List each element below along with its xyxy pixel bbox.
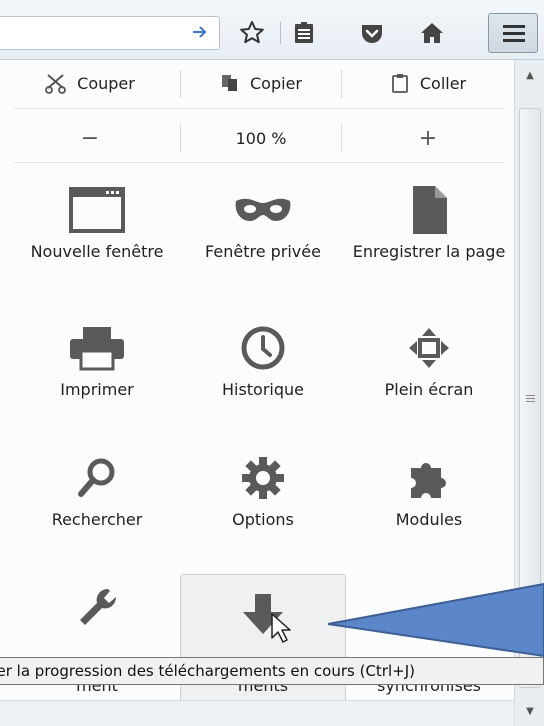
new-window-label: Nouvelle fenêtre: [30, 242, 164, 261]
print-button[interactable]: Imprimer: [14, 316, 180, 444]
cut-label: Couper: [77, 73, 135, 93]
private-window-button[interactable]: Fenêtre privée: [180, 178, 346, 306]
find-label: Rechercher: [51, 510, 143, 529]
gear-icon: [231, 450, 295, 506]
scroll-down-icon[interactable]: ▼: [519, 700, 541, 722]
zoom-level: 100 %: [235, 128, 287, 148]
scrollbar-thumb[interactable]: [519, 108, 541, 688]
save-page-button[interactable]: Enregistrer la page: [346, 178, 512, 306]
sync-button[interactable]: [346, 576, 512, 716]
home-icon[interactable]: [418, 19, 446, 47]
sync-icon: [397, 592, 461, 648]
history-label: Historique: [221, 380, 305, 399]
tooltip-text: ner la progression des téléchargements e…: [0, 662, 415, 680]
panel-scrollbar[interactable]: ▲ ▼: [514, 60, 544, 726]
downloads-tooltip: ner la progression des téléchargements e…: [0, 657, 544, 685]
scroll-up-icon[interactable]: ▲: [519, 64, 541, 86]
mouse-cursor-icon: [271, 613, 291, 643]
save-page-icon: [397, 182, 461, 238]
divider: [14, 162, 504, 163]
printer-icon: [65, 320, 129, 376]
scissors-icon: [45, 74, 67, 94]
divider: [14, 108, 504, 109]
fullscreen-button[interactable]: Plein écran: [346, 316, 512, 444]
addons-label: Modules: [395, 510, 463, 529]
zoom-reset-button[interactable]: 100 %: [181, 116, 341, 160]
paste-button[interactable]: Coller: [342, 60, 514, 106]
wrench-icon: [65, 580, 129, 636]
copy-icon: [222, 75, 237, 91]
copy-button[interactable]: Copier: [181, 60, 341, 106]
clipboard-icon: [391, 74, 408, 93]
private-window-label: Fenêtre privée: [205, 242, 321, 261]
zoom-controls: − 100 % +: [0, 116, 514, 160]
new-window-icon: [65, 182, 129, 238]
addons-button[interactable]: Modules: [346, 446, 512, 574]
print-label: Imprimer: [60, 380, 134, 399]
pocket-icon[interactable]: [358, 19, 386, 47]
private-mask-icon: [231, 182, 295, 238]
edit-controls: Couper Copier Coller: [0, 60, 514, 106]
options-button[interactable]: Options: [180, 446, 346, 574]
panel-footer: [0, 700, 514, 726]
puzzle-icon: [397, 450, 461, 506]
cut-button[interactable]: Couper: [0, 60, 180, 106]
new-window-button[interactable]: Nouvelle fenêtre: [14, 178, 180, 306]
fullscreen-label: Plein écran: [384, 380, 474, 399]
toolbar-separator: [280, 22, 281, 44]
hamburger-menu-icon: [503, 25, 525, 42]
save-page-label: Enregistrer la page: [352, 242, 506, 261]
search-icon: [65, 450, 129, 506]
copy-label: Copier: [250, 73, 302, 93]
star-bookmark-icon[interactable]: [238, 19, 266, 47]
history-button[interactable]: Historique: [180, 316, 346, 444]
navigation-toolbar: [0, 0, 544, 60]
find-button[interactable]: Rechercher: [14, 446, 180, 574]
main-menu-panel: Couper Copier Coller − 100 % + Nouvelle …: [0, 60, 514, 726]
go-arrow-icon[interactable]: [191, 23, 209, 41]
reading-list-icon[interactable]: [290, 19, 318, 47]
zoom-in-button[interactable]: +: [342, 116, 514, 160]
options-label: Options: [232, 510, 294, 529]
paste-label: Coller: [419, 73, 467, 93]
hamburger-menu-button[interactable]: [488, 13, 538, 53]
fullscreen-icon: [397, 320, 461, 376]
zoom-in-label: +: [418, 125, 438, 151]
history-clock-icon: [231, 320, 295, 376]
zoom-out-button[interactable]: −: [0, 116, 180, 160]
zoom-out-label: −: [80, 125, 100, 151]
developer-button[interactable]: [14, 576, 180, 716]
url-bar[interactable]: [0, 16, 220, 50]
